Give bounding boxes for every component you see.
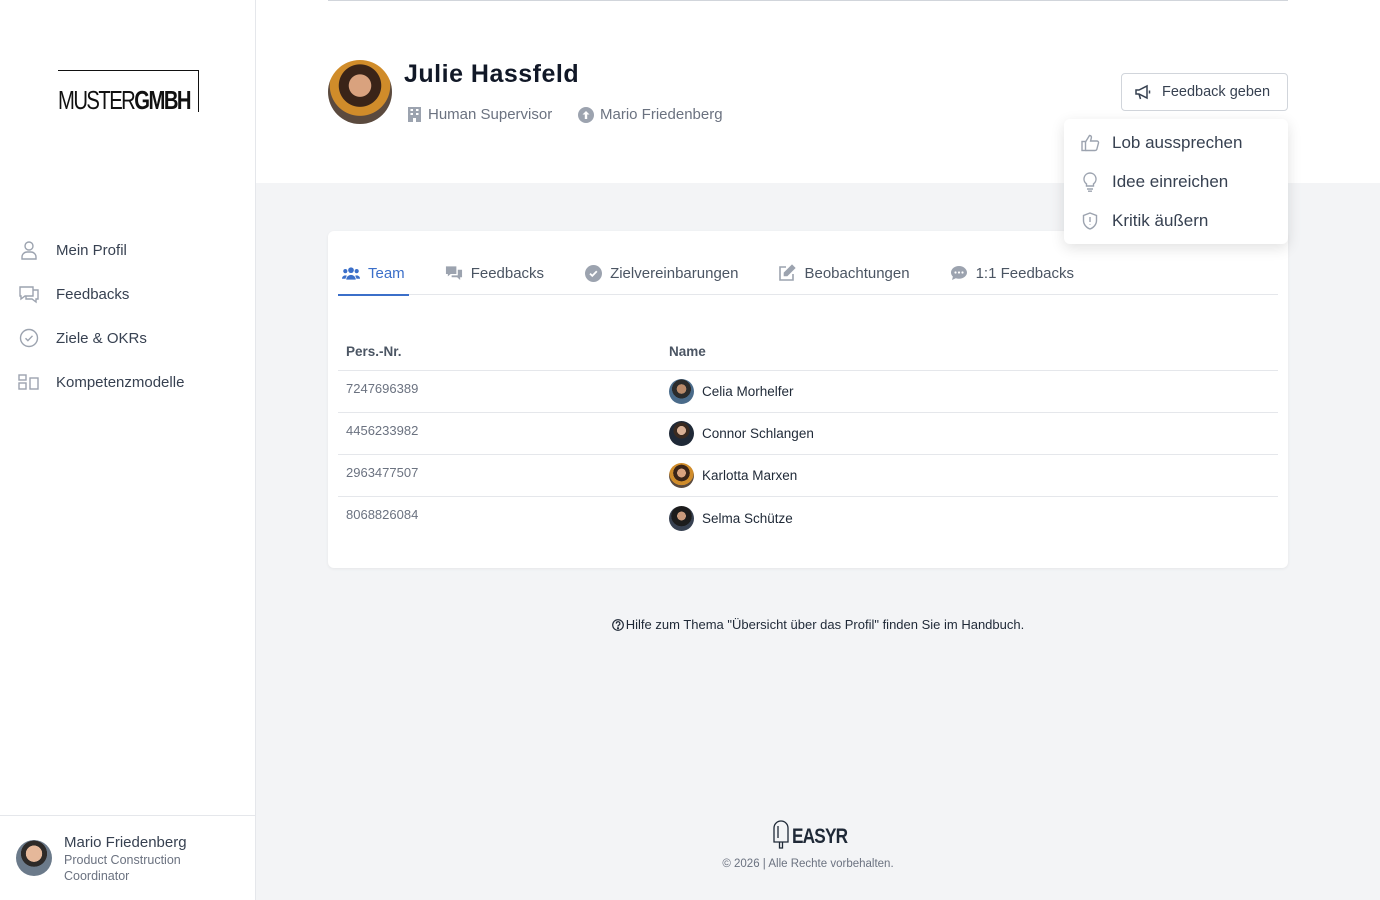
- sidebar-item-label: Feedbacks: [56, 285, 130, 303]
- footer-logo[interactable]: EASYR: [772, 818, 859, 855]
- tab-zielvereinbarungen[interactable]: Zielvereinbarungen: [580, 251, 742, 295]
- help-text-label: Hilfe zum Thema "Übersicht über das Prof…: [625, 617, 1025, 632]
- table-header: Pers.-Nr. Name: [338, 333, 1278, 371]
- footer-brand: EASYR: [792, 824, 848, 848]
- sidebar-item-label: Kompetenzmodelle: [56, 373, 185, 391]
- popsicle-icon: [772, 818, 790, 855]
- arrow-up-circle-icon: [578, 106, 594, 123]
- company-logo-text: MUSTERGMBH: [58, 85, 192, 115]
- feedback-button-label: Feedback geben: [1162, 84, 1271, 100]
- name-cell[interactable]: Selma Schütze: [702, 511, 793, 526]
- profile-name: Julie Hassfeld: [404, 60, 580, 88]
- profile-position: Human Supervisor: [406, 106, 552, 123]
- comment-dots-icon: [950, 264, 968, 282]
- chat-bubbles-icon: [18, 283, 40, 305]
- profile-avatar: [328, 60, 392, 124]
- profile-manager[interactable]: Mario Friedenberg: [578, 106, 723, 123]
- tab-label: Feedbacks: [470, 264, 545, 282]
- menu-item-lob-aussprechen[interactable]: Lob aussprechen: [1064, 123, 1288, 162]
- name-cell[interactable]: Karlotta Marxen: [702, 468, 797, 483]
- avatar: [669, 379, 694, 404]
- thumbs-up-icon: [1080, 133, 1100, 153]
- building-icon: [406, 107, 422, 123]
- avatar: [669, 463, 694, 488]
- company-logo[interactable]: MUSTERGMBH: [58, 70, 199, 115]
- feedback-dropdown-menu: Lob aussprechen Idee einreichen Kritik ä…: [1064, 119, 1288, 244]
- sidebar-item-feedbacks[interactable]: Feedbacks: [0, 272, 255, 316]
- name-cell[interactable]: Celia Morhelfer: [702, 384, 794, 399]
- shield-icon: [1080, 211, 1100, 231]
- table-row[interactable]: 7247696389 Celia Morhelfer: [338, 371, 1278, 413]
- menu-item-label: Kritik äußern: [1112, 210, 1209, 230]
- megaphone-icon: [1134, 84, 1152, 100]
- avatar: [669, 421, 694, 446]
- user-icon: [18, 239, 40, 261]
- pers-nr-cell: 8068826084: [346, 507, 419, 522]
- menu-item-label: Lob aussprechen: [1112, 132, 1243, 152]
- table-row[interactable]: 4456233982 Connor Schlangen: [338, 413, 1278, 455]
- tab-1-1-feedbacks[interactable]: 1:1 Feedbacks: [946, 251, 1078, 295]
- name-cell[interactable]: Connor Schlangen: [702, 426, 814, 441]
- chat-bubbles-icon: [445, 264, 463, 282]
- menu-item-label: Idee einreichen: [1112, 171, 1229, 191]
- question-circle-icon: [611, 619, 624, 634]
- divider: [328, 0, 1288, 1]
- sidebar-nav: Mein Profil Feedbacks Ziele & OKRs Kompe…: [0, 228, 255, 404]
- help-text[interactable]: Hilfe zum Thema "Übersicht über das Prof…: [256, 617, 1380, 634]
- profile-content-card: Team Feedbacks Zielvereinbarungen Beobac…: [328, 231, 1288, 568]
- pers-nr-cell: 2963477507: [346, 465, 419, 480]
- users-icon: [342, 264, 360, 282]
- sidebar-item-label: Mein Profil: [56, 241, 127, 259]
- tab-label: Zielvereinbarungen: [610, 264, 739, 282]
- grid-icon: [18, 371, 40, 393]
- check-circle-icon: [584, 264, 602, 282]
- menu-item-kritik-aeussern[interactable]: Kritik äußern: [1064, 201, 1288, 240]
- sidebar-item-ziele-okrs[interactable]: Ziele & OKRs: [0, 316, 255, 360]
- table-row[interactable]: 8068826084 Selma Schütze: [338, 497, 1278, 539]
- avatar: [669, 505, 694, 531]
- lightbulb-icon: [1080, 171, 1100, 192]
- feedback-geben-button[interactable]: Feedback geben: [1121, 73, 1288, 111]
- copyright: © 2026 | Alle Rechte vorbehalten.: [722, 858, 894, 870]
- manager-label: Mario Friedenberg: [600, 106, 723, 123]
- tab-label: Beobachtungen: [804, 264, 910, 282]
- sidebar-item-label: Ziele & OKRs: [56, 329, 147, 347]
- tab-team[interactable]: Team: [338, 251, 409, 296]
- sidebar-item-mein-profil[interactable]: Mein Profil: [0, 228, 255, 272]
- pers-nr-cell: 4456233982: [346, 423, 419, 438]
- sidebar: MUSTERGMBH Mein Profil Feedbacks Ziele &…: [0, 0, 256, 900]
- sidebar-item-kompetenzmodelle[interactable]: Kompetenzmodelle: [0, 360, 255, 404]
- check-circle-icon: [18, 327, 40, 349]
- tab-feedbacks[interactable]: Feedbacks: [441, 251, 548, 295]
- user-role: Product Construction Coordinator: [64, 853, 181, 883]
- edit-icon: [778, 264, 797, 282]
- team-table: Pers.-Nr. Name 7247696389 Celia Morhelfe…: [338, 333, 1278, 539]
- tab-label: Team: [368, 264, 405, 282]
- profile-tabs: Team Feedbacks Zielvereinbarungen Beobac…: [338, 251, 1278, 296]
- column-header-pers-nr[interactable]: Pers.-Nr.: [338, 344, 669, 359]
- table-row[interactable]: 2963477507 Karlotta Marxen: [338, 455, 1278, 497]
- user-name: Mario Friedenberg: [64, 834, 187, 851]
- avatar: [16, 840, 52, 876]
- current-user[interactable]: Mario Friedenberg Product Construction C…: [0, 815, 255, 900]
- tab-label: 1:1 Feedbacks: [975, 264, 1074, 282]
- tab-beobachtungen[interactable]: Beobachtungen: [774, 251, 913, 295]
- position-label: Human Supervisor: [428, 106, 553, 123]
- column-header-name[interactable]: Name: [669, 344, 706, 359]
- menu-item-idee-einreichen[interactable]: Idee einreichen: [1064, 162, 1288, 201]
- pers-nr-cell: 7247696389: [346, 381, 419, 396]
